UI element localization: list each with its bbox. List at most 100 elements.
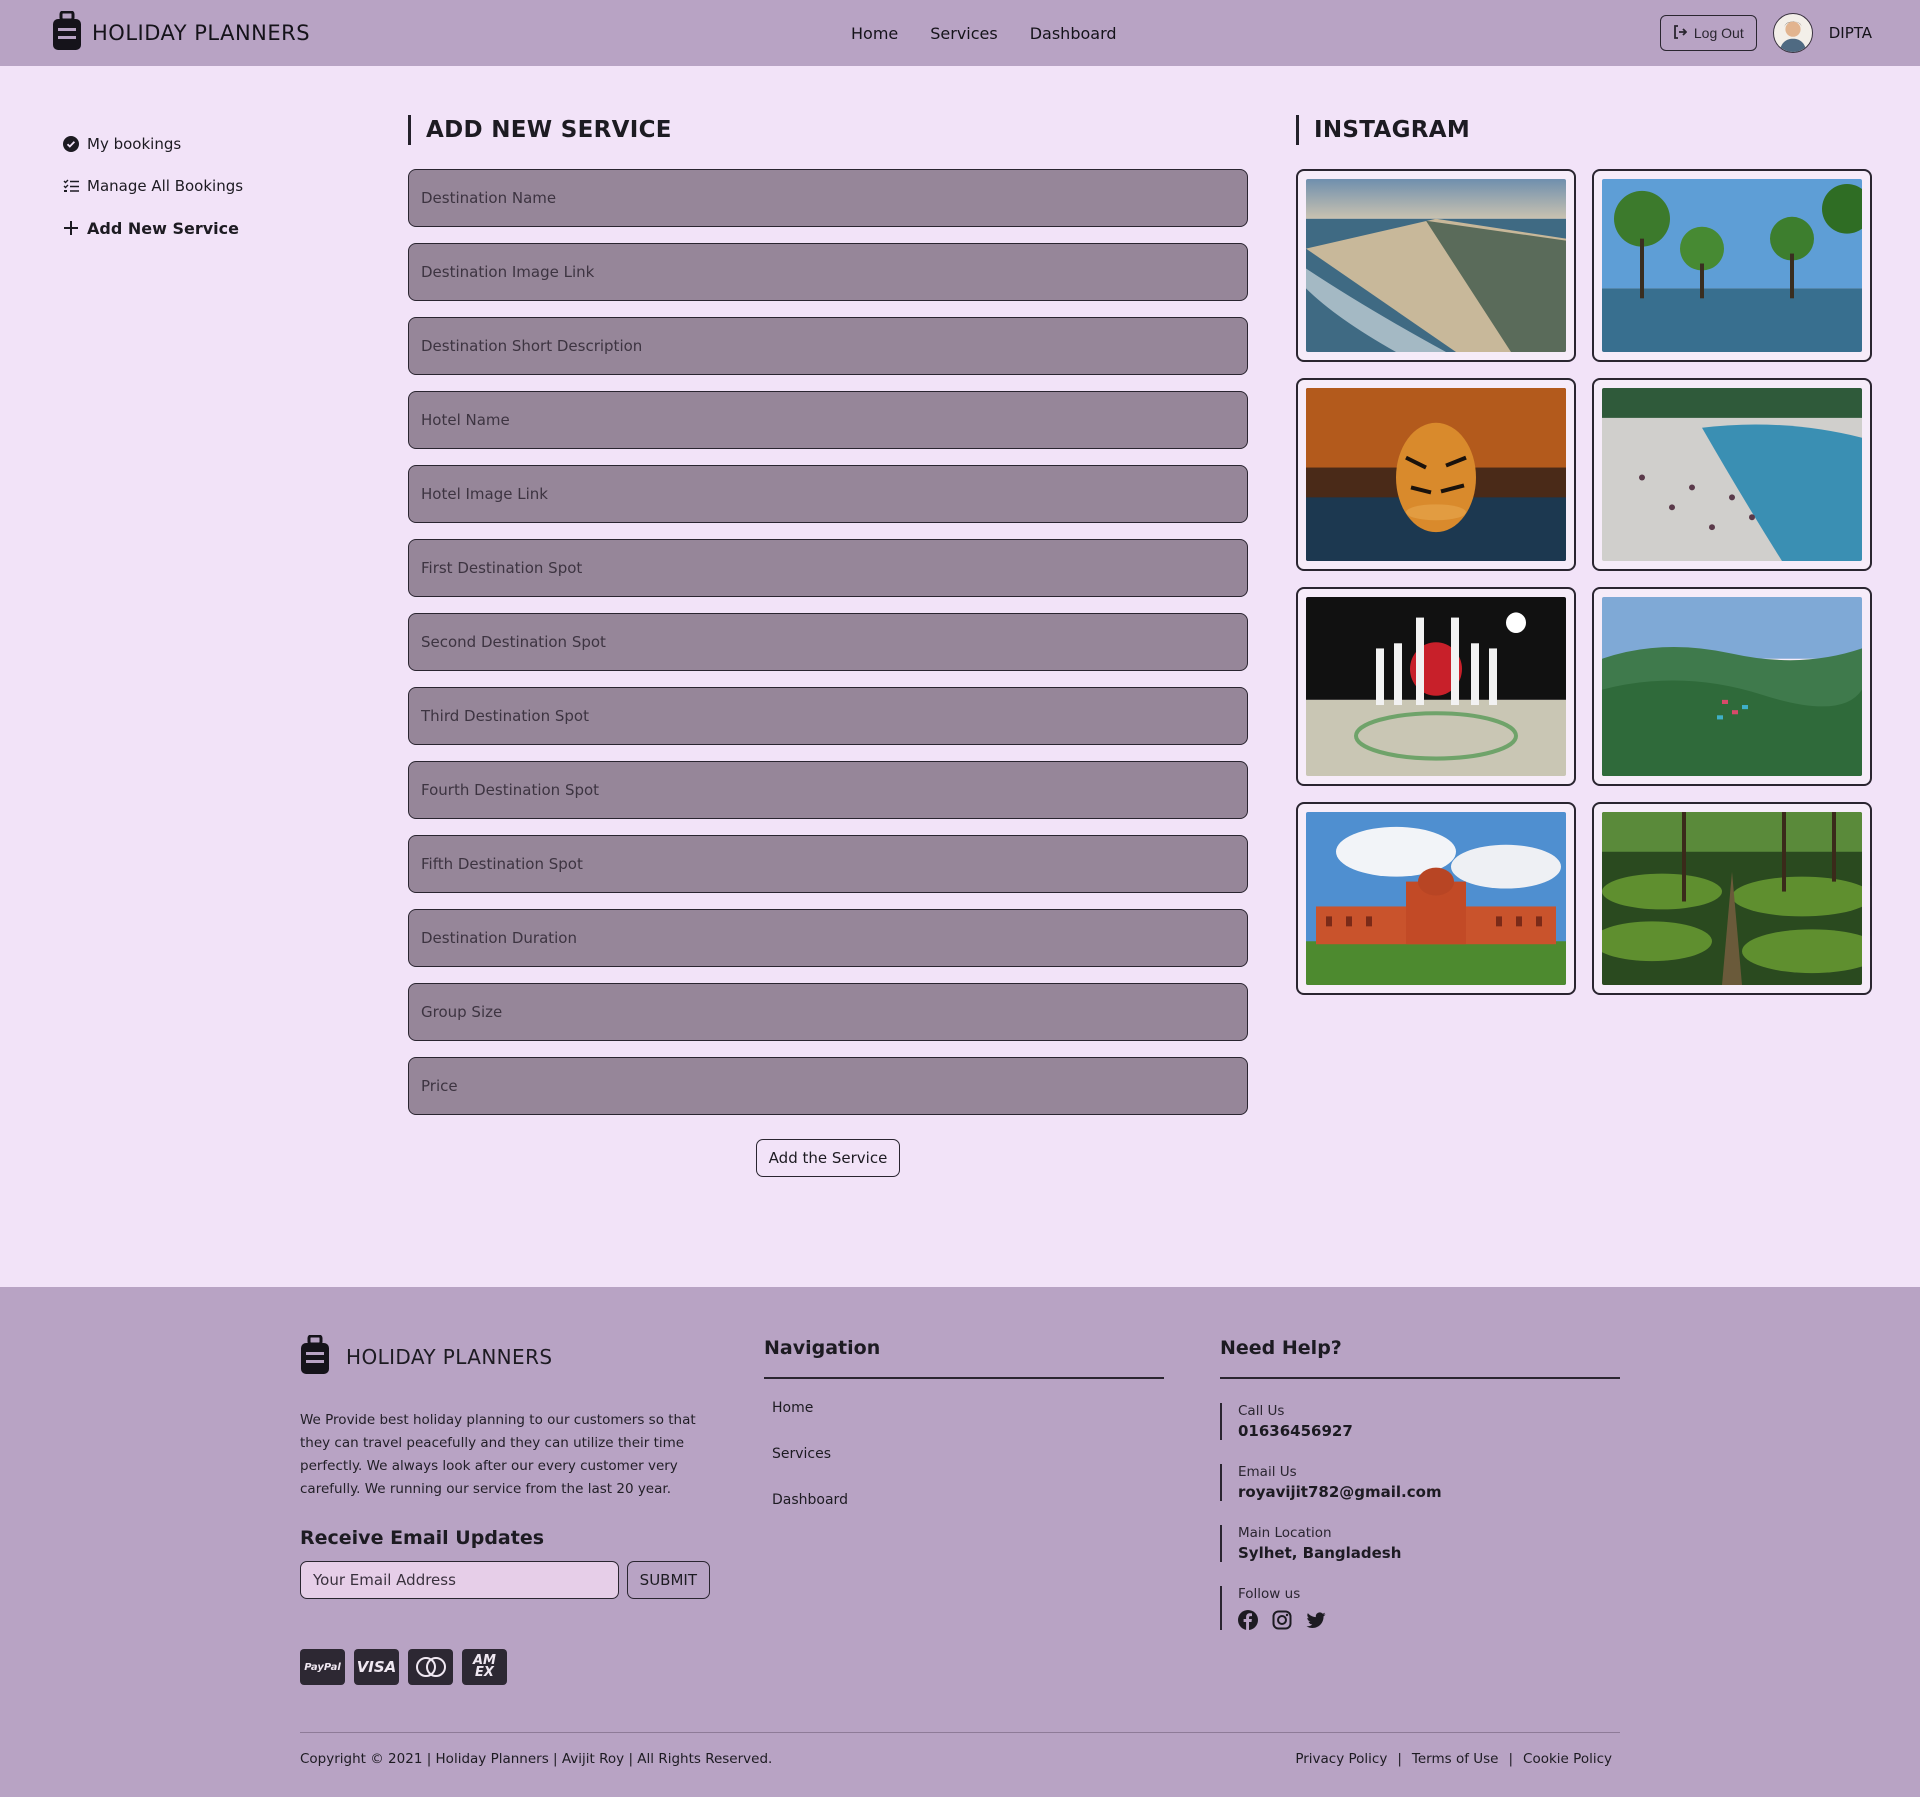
copyright: Copyright © 2021 | Holiday Planners | Av… [300, 1751, 773, 1767]
hotel-image-field[interactable] [408, 465, 1248, 523]
second-spot-input[interactable] [421, 633, 1235, 651]
help-label: Call Us [1238, 1403, 1285, 1419]
navigation-title: Navigation [764, 1337, 1164, 1379]
group-size-input[interactable] [421, 1003, 1235, 1021]
sidebar-item-manage-bookings[interactable]: Manage All Bookings [63, 165, 243, 207]
payment-methods: PayPal VISA AM EX [300, 1649, 710, 1685]
twitter-icon[interactable] [1306, 1610, 1326, 1630]
facebook-icon[interactable] [1238, 1610, 1258, 1630]
avatar[interactable] [1772, 13, 1813, 53]
terms-link[interactable]: Terms of Use [1412, 1751, 1499, 1767]
add-service-form: ADD NEW SERVICE Add the Service [408, 115, 1248, 1177]
destination-description-field[interactable] [408, 317, 1248, 375]
dashboard-sidebar: My bookings Manage All Bookings Add New … [63, 123, 243, 249]
price-input[interactable] [421, 1077, 1235, 1095]
destination-image-input[interactable] [421, 263, 1235, 281]
footer-description: We Provide best holiday planning to our … [300, 1412, 696, 1497]
brand-name: HOLIDAY PLANNERS [92, 21, 311, 45]
visa-icon: VISA [354, 1649, 399, 1685]
user-area: Log Out DIPTA [1659, 13, 1872, 53]
subscribe-submit-button[interactable]: SUBMIT [626, 1561, 710, 1599]
sidebar-item-label: My bookings [87, 135, 182, 153]
separator: | [1397, 1751, 1402, 1767]
form-title: ADD NEW SERVICE [408, 115, 1248, 145]
second-spot-field[interactable] [408, 613, 1248, 671]
luggage-icon [52, 10, 82, 55]
brand[interactable]: HOLIDAY PLANNERS [52, 10, 311, 55]
destination-description-input[interactable] [421, 337, 1235, 355]
luggage-icon [300, 1334, 330, 1379]
help-label: Email Us [1238, 1464, 1297, 1480]
footer-link-home[interactable]: Home [772, 1397, 1164, 1443]
footer-brand-name: HOLIDAY PLANNERS [346, 1345, 553, 1369]
monument-photo[interactable] [1296, 587, 1576, 786]
email-input[interactable] [300, 1561, 619, 1599]
red-building-photo[interactable] [1296, 802, 1576, 995]
footer-brand[interactable]: HOLIDAY PLANNERS [300, 1334, 710, 1379]
instagram-section: INSTAGRAM [1296, 115, 1872, 995]
tea-garden-photo[interactable] [1592, 802, 1872, 995]
privacy-policy-link[interactable]: Privacy Policy [1295, 1751, 1387, 1767]
paypal-icon: PayPal [300, 1649, 345, 1685]
footer-link-services[interactable]: Services [772, 1443, 1164, 1489]
footer-nav-links: Home Services Dashboard [764, 1397, 1164, 1535]
first-spot-field[interactable] [408, 539, 1248, 597]
sidebar-item-label: Manage All Bookings [87, 177, 244, 195]
cookie-policy-link[interactable]: Cookie Policy [1523, 1751, 1612, 1767]
destination-name-input[interactable] [421, 189, 1235, 207]
first-spot-input[interactable] [421, 559, 1235, 577]
tiger-photo[interactable] [1296, 378, 1576, 571]
help-list: Call Us 01636456927 Email Us royavijit78… [1220, 1403, 1620, 1630]
instagram-grid [1296, 169, 1872, 995]
fifth-spot-field[interactable] [408, 835, 1248, 893]
footer-about: HOLIDAY PLANNERS We Provide best holiday… [300, 1334, 710, 1685]
footer-bottom-bar: Copyright © 2021 | Holiday Planners | Av… [300, 1732, 1620, 1767]
location-value: Sylhet, Bangladesh [1238, 1544, 1402, 1562]
nav-services[interactable]: Services [930, 24, 997, 43]
third-spot-field[interactable] [408, 687, 1248, 745]
email-us-item: Email Us royavijit782@gmail.com [1220, 1464, 1620, 1501]
instagram-title: INSTAGRAM [1296, 115, 1872, 145]
plus-icon [63, 220, 79, 236]
hotel-name-input[interactable] [421, 411, 1235, 429]
phone-number[interactable]: 01636456927 [1238, 1422, 1620, 1440]
help-title: Need Help? [1220, 1337, 1620, 1379]
top-navbar: HOLIDAY PLANNERS Home Services Dashboard… [0, 0, 1920, 66]
follow-us-item: Follow us [1220, 1586, 1620, 1630]
footer-link-dashboard[interactable]: Dashboard [772, 1489, 1164, 1535]
fourth-spot-input[interactable] [421, 781, 1235, 799]
social-links [1238, 1610, 1620, 1630]
check-circle-icon [63, 136, 79, 152]
logout-button[interactable]: Log Out [1659, 15, 1757, 51]
destination-image-field[interactable] [408, 243, 1248, 301]
sidebar-item-label: Add New Service [87, 218, 239, 238]
instagram-icon[interactable] [1272, 1610, 1292, 1630]
third-spot-input[interactable] [421, 707, 1235, 725]
group-size-field[interactable] [408, 983, 1248, 1041]
duration-input[interactable] [421, 929, 1235, 947]
sign-out-icon [1673, 24, 1688, 42]
destination-name-field[interactable] [408, 169, 1248, 227]
hills-aerial-photo[interactable] [1592, 587, 1872, 786]
hotel-name-field[interactable] [408, 391, 1248, 449]
add-service-button[interactable]: Add the Service [755, 1139, 901, 1177]
duration-field[interactable] [408, 909, 1248, 967]
fifth-spot-input[interactable] [421, 855, 1235, 873]
beach-aerial-photo[interactable] [1296, 169, 1576, 362]
hotel-image-input[interactable] [421, 485, 1235, 503]
subscribe-title: Receive Email Updates [300, 1527, 545, 1549]
location-item: Main Location Sylhet, Bangladesh [1220, 1525, 1620, 1562]
nav-home[interactable]: Home [851, 24, 898, 43]
price-field[interactable] [408, 1057, 1248, 1115]
sidebar-item-add-service[interactable]: Add New Service [63, 207, 243, 249]
mangrove-trees-photo[interactable] [1592, 169, 1872, 362]
sidebar-item-my-bookings[interactable]: My bookings [63, 123, 243, 165]
river-crowd-photo[interactable] [1592, 378, 1872, 571]
separator: | [1508, 1751, 1514, 1767]
fourth-spot-field[interactable] [408, 761, 1248, 819]
nav-dashboard[interactable]: Dashboard [1030, 24, 1117, 43]
follow-label: Follow us [1238, 1586, 1301, 1602]
dashboard-main: My bookings Manage All Bookings Add New … [0, 66, 1920, 1287]
email-address[interactable]: royavijit782@gmail.com [1238, 1483, 1620, 1501]
amex-icon: AM EX [462, 1649, 507, 1685]
